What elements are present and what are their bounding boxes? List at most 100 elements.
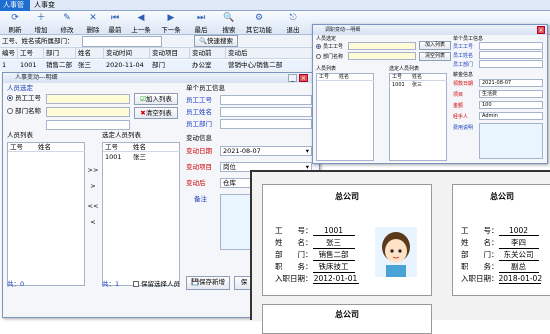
keep-selection-checkbox[interactable]: 保留选择人员 [133, 280, 180, 289]
table-cell[interactable]: 1 [0, 60, 18, 71]
toolbar-label: 搜索 [222, 26, 236, 34]
more-button[interactable]: ⚙ 其它功能 [244, 12, 274, 34]
remove-all-arrow[interactable]: << [87, 201, 99, 213]
save-new-button[interactable]: 💾保存新增 [186, 276, 230, 290]
people-list-label: 人员列表 [7, 131, 33, 139]
col-header[interactable]: 变动项目 [150, 48, 190, 59]
handler-select[interactable]: Admin [479, 112, 543, 120]
prev-icon: ◀ [137, 13, 145, 23]
radio-employee-id[interactable]: 员工工号 [7, 94, 41, 103]
exit-button[interactable]: ⎋ 退出 [278, 12, 308, 34]
next-button[interactable]: ▶ 下一条 [156, 12, 186, 34]
close-button[interactable]: × [537, 26, 545, 34]
employee-id-input[interactable] [46, 94, 130, 104]
add-all-arrow[interactable]: >> [87, 165, 99, 177]
col-header[interactable]: 变动时间 [104, 48, 150, 59]
item-select[interactable]: 生活费 [479, 90, 543, 98]
people-list[interactable]: 工号 姓名 [316, 73, 374, 161]
table-cell[interactable]: 张三 [76, 60, 104, 71]
quick-search-button[interactable]: 🔍快速搜索 [194, 35, 238, 47]
employee-card: 总公司 工 号： 1002 姓 名： 李四 部 门： 东关公司 职 务： 副总 入职日期… [452, 184, 550, 296]
radio-dept[interactable]: 部门名称 [7, 107, 41, 116]
item-label: 项目 [453, 92, 464, 98]
table-cell[interactable]: 办公室 [190, 60, 226, 71]
clear-list-button[interactable]: 清空列表 [419, 52, 451, 61]
info-dept-field[interactable] [220, 119, 312, 129]
info-id-label: 员工工号 [186, 96, 212, 104]
search-button[interactable]: 🔍 搜索 [214, 12, 244, 34]
toolbar-label: 最后 [194, 26, 208, 34]
card-dept-row: 部 门： 销售二部 [275, 249, 355, 261]
info-name-label: 员工姓名 [186, 108, 212, 116]
search-input[interactable] [82, 36, 162, 47]
remove-one-arrow[interactable]: < [87, 217, 99, 229]
employee-card: 总公司 [262, 304, 432, 334]
people-list[interactable]: 工号 姓名 [7, 142, 85, 286]
selected-list[interactable]: 工号 姓名 1001 张三 [102, 142, 180, 286]
radio-off-icon [7, 108, 13, 114]
note-field[interactable] [479, 123, 543, 159]
table-cell[interactable]: 2020-11-04 [104, 60, 150, 71]
date-field[interactable]: 2021-08-07 [479, 79, 543, 87]
table-cell[interactable]: 部门 [150, 60, 190, 71]
last-button[interactable]: ⏭ 最后 [186, 12, 216, 34]
minimize-button[interactable]: _ [288, 74, 297, 82]
col-header[interactable]: 姓名 [76, 48, 104, 59]
col-name: 姓名 [410, 74, 447, 81]
card-company: 总公司 [335, 310, 359, 319]
table-cell[interactable]: 销售二部 [44, 60, 76, 71]
add-one-arrow[interactable]: > [87, 181, 99, 193]
save-icon: 💾 [190, 278, 200, 286]
date-field[interactable]: 2021-08-07 ▾ [220, 146, 312, 156]
dialog2-title: 调职变动---明细 [313, 25, 547, 35]
col-id: 工号 [390, 74, 410, 81]
selected-list[interactable]: 工号 姓名 1001 张三 [389, 73, 447, 161]
add-to-list-button[interactable]: 加入列表 [419, 41, 451, 50]
info-dept-label: 员工部门 [453, 62, 474, 68]
card-name-row: 姓 名： 张三 [275, 237, 355, 249]
info-id-field[interactable] [220, 95, 312, 105]
close-button[interactable]: × [299, 74, 308, 82]
toolbar-label: 其它功能 [246, 26, 272, 34]
amount-label: 金额 [453, 103, 464, 109]
dept-input[interactable] [46, 107, 130, 117]
info-dept-field[interactable] [479, 60, 543, 68]
radio-dept[interactable]: 部门名称 [316, 53, 343, 62]
item-label: 变动项目 [186, 163, 212, 171]
radio-employee-id[interactable]: 员工工号 [316, 43, 343, 52]
left-count: 共：0 [7, 280, 25, 288]
employee-card: 总公司 工 号： 1001 姓 名： 张三 部 门： 销售二部 职 务： 铁床技工 入职… [262, 184, 432, 296]
add-to-list-button[interactable]: ☑加入列表 [134, 93, 178, 105]
table-cell[interactable]: 1001 [18, 60, 44, 71]
last-icon: ⏭ [196, 13, 206, 23]
dept-input[interactable] [348, 52, 416, 60]
clear-list-button[interactable]: ✖清空列表 [134, 107, 178, 119]
toolbar-label: 下一条 [161, 26, 181, 34]
avatar-icon [382, 232, 410, 277]
toolbar-label: 最前 [108, 26, 122, 34]
info-name-field[interactable] [220, 107, 312, 117]
info-name-field[interactable] [479, 51, 543, 59]
checkbox-icon [133, 281, 139, 287]
col-id: 工号 [8, 143, 36, 152]
search-icon: 🔍 [223, 13, 235, 23]
toolbar-label: 修改 [60, 26, 74, 34]
toolbar-label: 上一条 [131, 26, 151, 34]
dept-extra-input[interactable] [46, 120, 130, 130]
col-header[interactable]: 部门 [44, 48, 76, 59]
employee-id-input[interactable] [348, 42, 416, 50]
col-header[interactable]: 变动前 [190, 48, 226, 59]
info-id-field[interactable] [479, 42, 543, 50]
search-icon: 🔍 [198, 37, 208, 45]
info-id-label: 员工工号 [453, 44, 474, 50]
col-header[interactable]: 编号 [0, 48, 18, 59]
tab-change[interactable]: 人事变动 [31, 0, 63, 20]
amount-field[interactable]: 100 [479, 101, 543, 109]
selected-list-label: 选定人员列表 [102, 131, 141, 139]
change-info-label: 变动信息 [186, 134, 212, 142]
col-id: 工号 [103, 143, 131, 152]
col-header[interactable]: 工号 [18, 48, 44, 59]
single-info-label: 单个员工信息 [186, 84, 225, 92]
prev-button[interactable]: ◀ 上一条 [126, 12, 156, 34]
tab-personnel[interactable]: 人事管理 [0, 0, 30, 20]
